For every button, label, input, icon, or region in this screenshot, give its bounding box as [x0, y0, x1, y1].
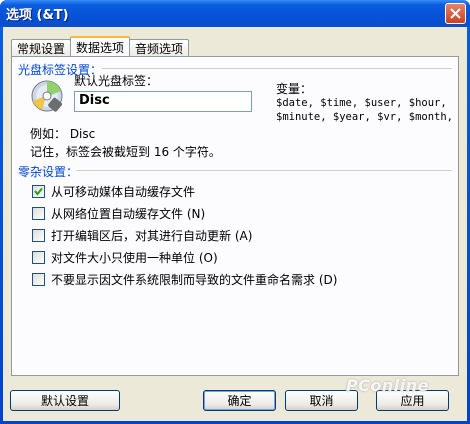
option-label: 对文件大小只使用一种单位 (O)	[51, 251, 218, 265]
disc-icon	[31, 80, 63, 112]
checkbox[interactable]	[32, 229, 45, 242]
restore-defaults-button[interactable]: 默认设置	[10, 390, 120, 411]
option-label: 从可移动媒体自动缓存文件	[51, 185, 196, 199]
disc-label-input[interactable]: Disc	[74, 91, 252, 112]
checkbox[interactable]	[32, 251, 45, 264]
button-label: 默认设置	[40, 394, 89, 408]
watermark: PConline	[345, 376, 429, 395]
tab-data[interactable]: 数据选项	[70, 36, 131, 56]
option-cache-removable[interactable]: 从可移动媒体自动缓存文件	[32, 183, 195, 200]
options-dialog: 选项 (&T) 常规设置 数据选项 音频选项 光盘标签设置： 默认光盘标签： D…	[0, 0, 470, 424]
checkbox[interactable]	[32, 273, 45, 286]
option-hide-rename-prompt[interactable]: 不要显示因文件系统限制而导致的文件重命名需求 (D)	[32, 271, 337, 288]
option-auto-update[interactable]: 打开编辑区后，对其进行自动更新 (A)	[32, 227, 252, 244]
check-icon	[34, 187, 43, 196]
checkbox[interactable]	[32, 185, 45, 198]
ok-button[interactable]: 确定	[203, 390, 276, 411]
checkbox[interactable]	[32, 207, 45, 220]
dialog-body: 常规设置 数据选项 音频选项 光盘标签设置： 默认光盘标签： Disc 变量： …	[3, 27, 467, 421]
divider	[102, 68, 452, 69]
option-cache-network[interactable]: 从网络位置自动缓存文件 (N)	[32, 205, 205, 222]
tab-audio[interactable]: 音频选项	[129, 39, 190, 56]
option-single-size-unit[interactable]: 对文件大小只使用一种单位 (O)	[32, 249, 218, 266]
default-label-caption: 默认光盘标签：	[74, 74, 159, 88]
window-title: 选项 (&T)	[6, 8, 69, 23]
tab-label: 数据选项	[76, 40, 125, 55]
variables-line-1: $date, $time, $user, $hour,	[276, 97, 447, 109]
tab-label: 音频选项	[135, 41, 184, 56]
button-label: 取消	[309, 394, 334, 408]
title-bar[interactable]: 选项 (&T)	[0, 0, 470, 27]
tab-label: 常规设置	[17, 41, 66, 56]
variables-line-2: $minute, $year, $vr, $month,	[276, 111, 454, 123]
option-label: 打开编辑区后，对其进行自动更新 (A)	[51, 229, 253, 243]
tab-general[interactable]: 常规设置	[11, 39, 72, 56]
truncation-note: 记住，标签会被截短到 16 个字符。	[30, 145, 221, 159]
close-icon	[450, 8, 461, 19]
misc-group-title: 零杂设置：	[18, 165, 79, 179]
button-label: 确定	[227, 394, 252, 408]
variables-title: 变量：	[276, 82, 313, 96]
option-label: 从网络位置自动缓存文件 (N)	[51, 207, 206, 221]
option-label: 不要显示因文件系统限制而导致的文件重命名需求 (D)	[51, 273, 338, 287]
close-button[interactable]	[445, 3, 466, 24]
divider	[76, 170, 452, 171]
tab-strip: 常规设置 数据选项 音频选项	[11, 36, 190, 56]
tab-panel: 光盘标签设置： 默认光盘标签： Disc 变量： $date, $time, $…	[11, 56, 459, 376]
example-text: 例如： Disc	[30, 127, 96, 141]
